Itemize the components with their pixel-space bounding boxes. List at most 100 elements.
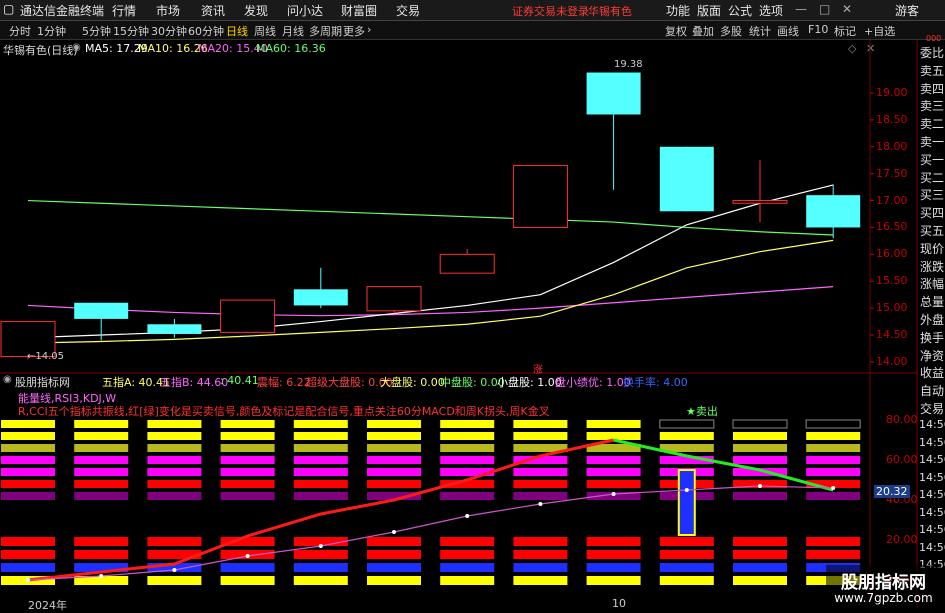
signal-band bbox=[367, 480, 421, 488]
time-tick: 14:56 bbox=[919, 540, 945, 554]
close-icon[interactable]: ✕ bbox=[842, 2, 852, 16]
menu-quotes[interactable]: 行情 bbox=[112, 2, 136, 19]
indicator-settings-icon[interactable]: ◉ bbox=[3, 374, 12, 385]
signal-band bbox=[74, 456, 129, 464]
maximize-icon[interactable]: □ bbox=[819, 2, 830, 16]
menu-function[interactable]: 功能 bbox=[666, 2, 690, 19]
menu-trade[interactable]: 交易 bbox=[396, 2, 420, 19]
hs-label: 换手率: 4.00 bbox=[623, 376, 688, 389]
tab-more[interactable]: 更多 bbox=[343, 23, 365, 39]
price-tick: 18.00 bbox=[876, 139, 908, 153]
signal-band bbox=[220, 432, 275, 440]
quote-field-label: 卖五 bbox=[920, 63, 945, 78]
signal-band bbox=[293, 468, 348, 476]
quote-field-label: 买一 bbox=[920, 152, 945, 167]
menu-options[interactable]: 选项 bbox=[759, 2, 783, 19]
signal-band bbox=[1, 468, 55, 476]
tab-5min[interactable]: 5分钟 bbox=[82, 23, 111, 39]
signal-band bbox=[1, 444, 55, 452]
signal-band-lower bbox=[147, 537, 202, 546]
signal-band bbox=[586, 480, 641, 488]
menu-discover[interactable]: 发现 bbox=[244, 2, 268, 19]
signal-band-lower bbox=[513, 550, 568, 559]
signal-band-lower bbox=[220, 563, 275, 572]
signal-band bbox=[586, 456, 641, 464]
tab-60min[interactable]: 60分钟 bbox=[188, 23, 224, 39]
quote-field-label: 外盘 bbox=[920, 313, 945, 327]
signal-band bbox=[1, 432, 55, 440]
menu-formula[interactable]: 公式 bbox=[728, 2, 752, 19]
signal-band-lower bbox=[806, 550, 861, 559]
tab-multi-period[interactable]: 多周期 bbox=[309, 23, 342, 39]
candle-body bbox=[586, 72, 641, 115]
price-tick: 15.00 bbox=[876, 301, 908, 315]
chevron-right-icon[interactable]: › bbox=[367, 23, 371, 36]
signal-band bbox=[367, 468, 421, 476]
tab-30min[interactable]: 30分钟 bbox=[151, 23, 187, 39]
quote-field-label: 涨跌 bbox=[920, 259, 945, 274]
quote-field-label: 自动 bbox=[920, 384, 945, 399]
menu-wealth[interactable]: 财富圈 bbox=[341, 2, 377, 19]
signal-band bbox=[293, 480, 348, 488]
signal-band-empty bbox=[732, 419, 788, 429]
tab-intraday[interactable]: 分时 bbox=[9, 23, 31, 39]
signal-band bbox=[367, 444, 421, 452]
tab-15min[interactable]: 15分钟 bbox=[113, 23, 149, 39]
signal-band bbox=[1, 492, 55, 500]
high-price-label: 19.38 bbox=[614, 59, 643, 70]
candle-body bbox=[732, 200, 788, 204]
indicator-name: 股朋指标网 bbox=[15, 376, 70, 389]
signal-band bbox=[367, 420, 421, 428]
signal-band bbox=[147, 456, 202, 464]
quote-field-label: 换手 bbox=[920, 330, 945, 345]
add-favorite-button[interactable]: +自选 bbox=[864, 23, 895, 39]
signal-band bbox=[513, 492, 568, 500]
indicator-tick: 80.00 bbox=[886, 413, 918, 426]
price-tick: 17.50 bbox=[876, 166, 908, 180]
statistics-button[interactable]: 统计 bbox=[749, 23, 771, 39]
menu-news[interactable]: 资讯 bbox=[201, 2, 225, 19]
zp-label: 中盘股: 0.00 bbox=[440, 376, 505, 389]
quote-field-label: 买四 bbox=[920, 206, 945, 221]
signal-band bbox=[440, 456, 495, 464]
signal-band bbox=[74, 480, 129, 488]
watermark: 股朋指标网 www.7gpzb.com bbox=[826, 565, 941, 609]
indicator-tick: 60.00 bbox=[886, 453, 918, 466]
login-notice[interactable]: 证券交易未登录 bbox=[512, 3, 589, 19]
signal-band bbox=[74, 492, 129, 500]
tab-weekly[interactable]: 周线 bbox=[254, 23, 276, 39]
menu-layout[interactable]: 版面 bbox=[697, 2, 721, 19]
chart-canvas[interactable] bbox=[0, 40, 945, 609]
signal-band-lower bbox=[293, 550, 348, 559]
overlay-button[interactable]: 叠加 bbox=[692, 23, 714, 39]
multi-stock-button[interactable]: 多股 bbox=[720, 23, 742, 39]
mark-button[interactable]: 标记 bbox=[834, 23, 856, 39]
menu-market[interactable]: 市场 bbox=[156, 2, 180, 19]
signal-band bbox=[659, 432, 714, 440]
guest-label[interactable]: 游客 bbox=[895, 2, 919, 19]
quote-field-label: 涨幅 bbox=[920, 277, 945, 292]
signal-band bbox=[806, 492, 861, 500]
signal-band bbox=[147, 420, 202, 428]
price-tick: 14.50 bbox=[876, 328, 908, 342]
menu-ask[interactable]: 问小达 bbox=[287, 2, 323, 19]
draw-line-button[interactable]: 画线 bbox=[777, 23, 799, 39]
adjust-button[interactable]: 复权 bbox=[665, 23, 687, 39]
time-tick: 14:56 bbox=[919, 435, 945, 449]
menu-bar: ▢ 通达信金融终端 行情 市场 资讯 发现 问小达 财富圈 交易 证券交易未登录… bbox=[0, 0, 945, 21]
signal-band-lower bbox=[659, 563, 714, 572]
indicator-note-2: R,CCI五个指标共振线,红[绿]变化是买卖信号,颜色及标记是配合信号,重点关注… bbox=[18, 405, 550, 418]
signal-band bbox=[147, 480, 202, 488]
signal-band-lower bbox=[74, 550, 129, 559]
signal-band-lower bbox=[147, 576, 202, 585]
time-tick: 14:56 bbox=[919, 418, 945, 431]
tab-1min[interactable]: 1分钟 bbox=[37, 23, 66, 39]
signal-band bbox=[513, 420, 568, 428]
signal-band bbox=[513, 480, 568, 488]
candle-body bbox=[512, 165, 568, 228]
signal-band-lower bbox=[659, 537, 714, 546]
f10-button[interactable]: F10 bbox=[808, 23, 828, 36]
tab-monthly[interactable]: 月线 bbox=[282, 23, 304, 39]
tab-daily[interactable]: 日线 bbox=[226, 23, 248, 39]
minimize-icon[interactable]: — bbox=[795, 2, 807, 16]
